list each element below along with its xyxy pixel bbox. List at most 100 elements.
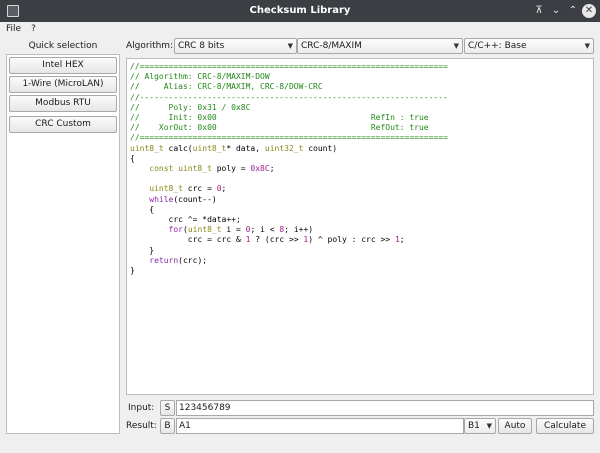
code-line: //======================================… xyxy=(130,62,593,72)
result-field[interactable]: A1 xyxy=(176,418,464,434)
code-line: { xyxy=(130,205,593,215)
code-token: } xyxy=(130,266,135,276)
language-select[interactable]: C/C++: Base ▼ xyxy=(464,38,594,54)
crc-family-value: CRC 8 bits xyxy=(178,41,225,51)
window-title: Checksum Library xyxy=(249,5,351,16)
code-line: const uint8_t poly = 0x8C; xyxy=(130,164,593,174)
result-row: Result: B A1 B1 ▼ Auto Calculate xyxy=(126,418,594,434)
quick-selection-label: Quick selection xyxy=(28,41,98,51)
code-editor[interactable]: //======================================… xyxy=(126,58,594,395)
code-token: //======================================… xyxy=(130,62,448,71)
code-token: calc( xyxy=(163,143,193,153)
code-token: uint8_t xyxy=(130,143,164,153)
crc-variant-value: CRC-8/MAXIM xyxy=(301,41,362,51)
code-token: for xyxy=(168,225,183,235)
code-token: 0x8C xyxy=(250,164,270,174)
code-line: // Poly: 0x31 / 0x8C xyxy=(130,103,593,113)
result-mode-button[interactable]: B xyxy=(160,418,175,434)
code-line: for(uint8_t i = 0; i < 8; i++) xyxy=(130,225,593,235)
code-token: // XorOut: 0x00 RefOut: true xyxy=(130,123,429,133)
algorithm-label: Algorithm: xyxy=(126,41,174,51)
title-bar: Checksum Library ⊼ ⌄ ⌃ ✕ xyxy=(0,0,600,22)
code-token: while xyxy=(149,194,174,204)
code-token: ; i < xyxy=(250,225,280,235)
code-token: uint8_t xyxy=(149,184,183,194)
input-label: Input: xyxy=(128,403,155,413)
code-line: { xyxy=(130,154,593,164)
keep-above-icon[interactable]: ⊼ xyxy=(532,4,546,18)
code-token: // Init: 0x00 RefIn : true xyxy=(130,113,429,123)
input-field[interactable]: 123456789 xyxy=(176,400,594,416)
code-token: const uint8_t xyxy=(149,164,212,174)
quick-selection-panel: Quick selection Intel HEX 1-Wire (MicroL… xyxy=(6,38,120,436)
calculate-button[interactable]: Calculate xyxy=(536,418,594,434)
code-token: // Algorithm: CRC-8/MAXIM-DOW xyxy=(130,72,270,82)
close-icon[interactable]: ✕ xyxy=(582,4,596,18)
code-line: // Init: 0x00 RefIn : true xyxy=(130,113,593,123)
code-token: { xyxy=(130,153,135,163)
input-row: Input: S 123456789 xyxy=(126,400,594,416)
preset-1wire-button[interactable]: 1-Wire (MicroLAN) xyxy=(9,76,117,93)
quick-selection-list: Intel HEX 1-Wire (MicroLAN) Modbus RTU C… xyxy=(6,54,120,434)
code-line: // XorOut: 0x00 RefOut: true xyxy=(130,123,593,133)
code-line: uint8_t calc(uint8_t* data, uint32_t cou… xyxy=(130,144,593,154)
chevron-down-icon: ▼ xyxy=(287,42,293,50)
maximize-icon[interactable]: ⌃ xyxy=(566,4,580,18)
code-line: // Algorithm: CRC-8/MAXIM-DOW xyxy=(130,72,593,82)
code-token: ; xyxy=(399,235,405,245)
code-token: crc = xyxy=(182,184,217,194)
chevron-down-icon: ▼ xyxy=(486,422,492,430)
code-token: return xyxy=(149,255,179,265)
code-token: count) xyxy=(303,143,338,153)
input-mode-button[interactable]: S xyxy=(160,400,175,416)
crc-custom-button[interactable]: CRC Custom xyxy=(9,116,117,133)
code-token: crc ^= *data++; xyxy=(130,215,241,225)
code-token: (crc); xyxy=(178,255,208,265)
code-token: uint8_t xyxy=(187,225,222,235)
code-line: crc = crc & 1 ? (crc >> 1) ^ poly : crc … xyxy=(130,235,593,245)
code-token: ? (crc >> xyxy=(250,235,304,245)
code-token: crc = crc & xyxy=(130,235,246,245)
code-token: uint8_t xyxy=(192,143,227,153)
code-line: //--------------------------------------… xyxy=(130,93,593,103)
code-token: (count--) xyxy=(173,194,217,204)
code-token: ; i++) xyxy=(284,225,314,235)
code-line: } xyxy=(130,246,593,256)
menu-help[interactable]: ? xyxy=(26,22,41,36)
code-token: ; xyxy=(269,164,275,174)
preset-intel-hex-button[interactable]: Intel HEX xyxy=(9,57,117,74)
code-token: // Poly: 0x31 / 0x8C xyxy=(130,102,251,112)
code-token: } xyxy=(130,245,155,255)
code-line: return(crc); xyxy=(130,256,593,266)
algorithm-row: Algorithm: CRC 8 bits ▼ CRC-8/MAXIM ▼ C/… xyxy=(126,38,594,54)
code-line: crc ^= *data++; xyxy=(130,215,593,225)
language-value: C/C++: Base xyxy=(468,41,527,51)
result-format-value: B1 xyxy=(468,421,480,431)
code-token: { xyxy=(130,204,155,214)
menu-bar: File ? xyxy=(0,22,600,36)
code-line: uint8_t crc = 0; xyxy=(130,184,593,194)
code-token: i = xyxy=(221,225,246,235)
code-token: ) ^ poly : crc >> xyxy=(308,235,395,245)
code-token: //======================================… xyxy=(130,133,448,143)
code-token: uint32_t xyxy=(264,143,304,153)
menu-file[interactable]: File xyxy=(0,22,26,36)
minimize-icon[interactable]: ⌄ xyxy=(549,4,563,18)
chevron-down-icon: ▼ xyxy=(584,42,590,50)
auto-button[interactable]: Auto xyxy=(498,418,532,434)
preset-modbus-rtu-button[interactable]: Modbus RTU xyxy=(9,95,117,112)
code-token: poly = xyxy=(211,164,251,174)
code-token: // Alias: CRC-8/MAXIM, CRC-8/DOW-CRC xyxy=(130,82,323,92)
code-token: ; xyxy=(221,184,227,194)
code-token: * data, xyxy=(226,143,265,153)
chevron-down-icon: ▼ xyxy=(453,42,459,50)
crc-variant-select[interactable]: CRC-8/MAXIM ▼ xyxy=(297,38,463,54)
code-line: } xyxy=(130,266,593,276)
result-format-select[interactable]: B1 ▼ xyxy=(464,418,496,434)
crc-family-select[interactable]: CRC 8 bits ▼ xyxy=(174,38,297,54)
